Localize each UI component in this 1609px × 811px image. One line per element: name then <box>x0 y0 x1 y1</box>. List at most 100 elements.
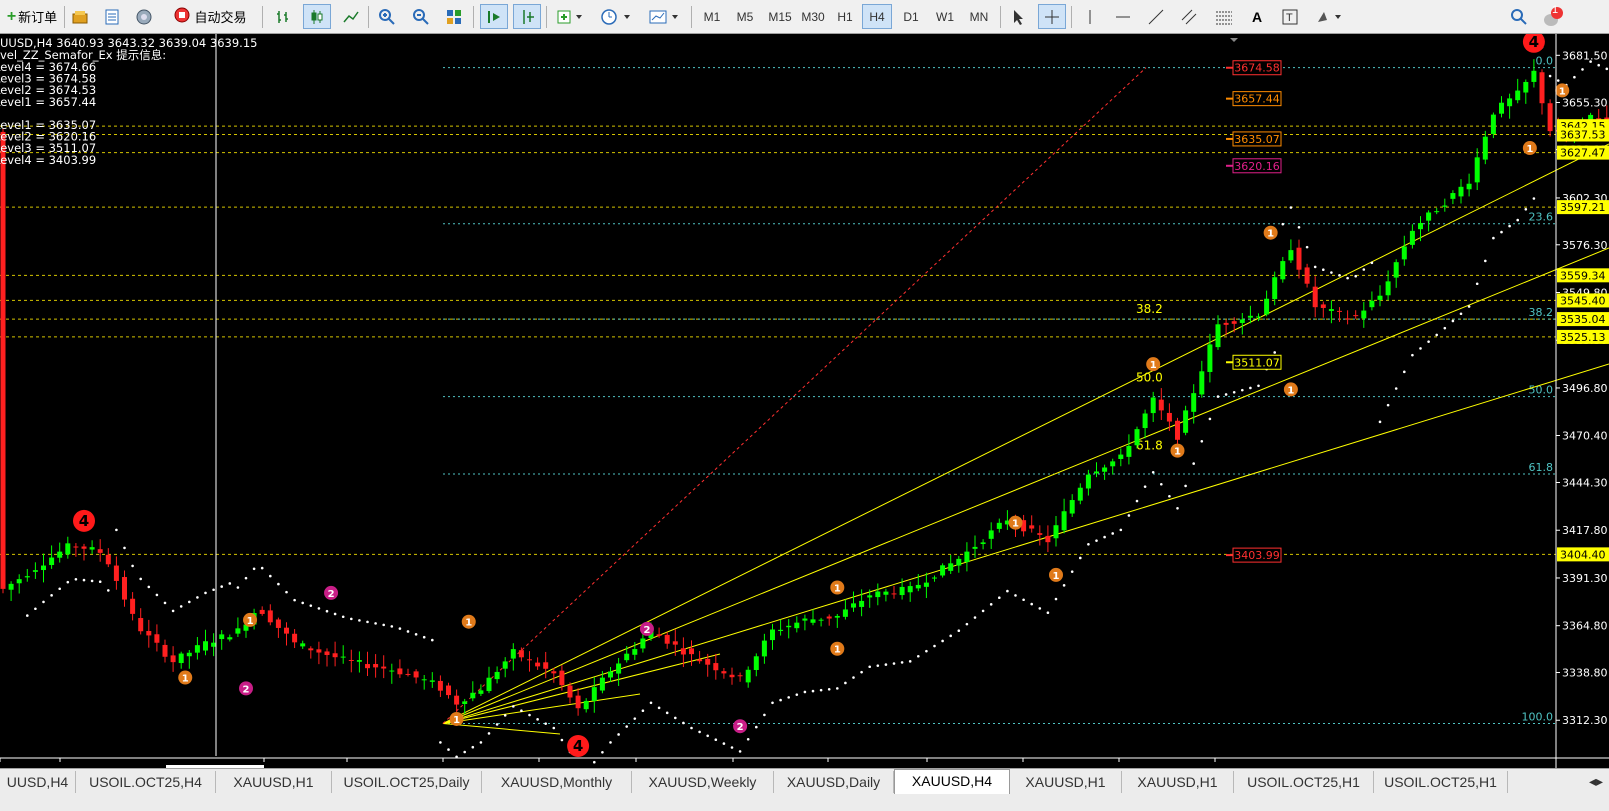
trailing-stop-dot <box>949 634 952 638</box>
bull-candle <box>1199 371 1205 395</box>
bull-candle <box>1264 298 1270 315</box>
bear-candle <box>275 619 281 628</box>
zoom-in-icon[interactable] <box>374 4 400 29</box>
bar-chart-icon[interactable] <box>270 4 296 29</box>
trailing-stop-dot <box>1168 494 1171 498</box>
bull-candle <box>429 680 435 682</box>
timeframe-m5-button[interactable]: M5 <box>730 4 760 29</box>
trailing-stop-dot <box>925 649 928 653</box>
periods-dropdown-icon[interactable] <box>597 4 637 29</box>
trailing-stop-dot <box>1192 462 1195 465</box>
bear-candle <box>413 671 419 678</box>
timeframe-mn-button[interactable]: MN <box>962 4 996 29</box>
bull-candle <box>1207 344 1213 372</box>
chart-tab[interactable]: XAUUSD,H1 <box>216 771 332 793</box>
zoom-out-icon[interactable] <box>408 4 434 29</box>
bull-candle <box>794 622 800 629</box>
bull-candle <box>502 661 508 669</box>
trailing-stop-dot <box>1143 485 1147 488</box>
chart-tab[interactable]: XAUUSD,Monthly <box>482 771 632 793</box>
level-box-value: 3620.16 <box>1234 160 1280 173</box>
tile-windows-icon[interactable] <box>441 4 467 29</box>
horizontal-line-icon[interactable] <box>1111 4 1135 29</box>
trailing-stop-dot <box>422 635 426 639</box>
chart-tab[interactable]: XAUUSD,H1 <box>1122 771 1234 793</box>
svg-text:T: T <box>1286 12 1293 24</box>
price-chart[interactable]: 0.023.638.250.061.8100.0 38.250.061.8 44… <box>0 34 1609 768</box>
search-icon[interactable] <box>1508 4 1530 29</box>
new-order-button[interactable]: + 新订单 <box>2 4 62 29</box>
trailing-stop-dot <box>981 609 985 613</box>
bull-candle <box>1288 250 1294 261</box>
chart-tab[interactable]: USOIL.OCT25,H1 <box>1234 771 1374 793</box>
timeframe-h4-button[interactable]: H4 <box>862 4 892 29</box>
bear-candle <box>656 634 662 636</box>
trailing-stop-dot <box>439 741 442 744</box>
auto-trading-button[interactable]: 自动交易 <box>164 4 256 29</box>
chart-tab[interactable]: XAUUSD,Weekly <box>632 771 774 793</box>
bull-candle <box>980 542 986 545</box>
data-window-icon[interactable] <box>100 4 124 29</box>
chart-tab[interactable]: XAUUSD,H1 <box>1010 771 1122 793</box>
trailing-stop-dot <box>1459 312 1463 316</box>
fib-label: 38.2 <box>1529 306 1554 319</box>
arrows-dropdown-icon[interactable] <box>1312 4 1348 29</box>
bear-candle <box>705 658 711 665</box>
navigator-icon[interactable] <box>132 4 156 29</box>
equidistant-channel-icon[interactable] <box>1177 4 1201 29</box>
chart-tab[interactable]: USOIL.OCT25,Daily <box>332 771 482 793</box>
trailing-stop-dot <box>795 693 799 696</box>
bull-candle <box>1191 393 1197 412</box>
bull-candle <box>753 656 759 670</box>
bear-candle <box>1175 420 1180 440</box>
trailing-stop-dot <box>463 750 467 754</box>
timeframe-m30-button[interactable]: M30 <box>796 4 830 29</box>
trailing-stop-dot <box>1605 67 1609 71</box>
crosshair-icon[interactable] <box>1038 4 1066 29</box>
timeframe-m1-button[interactable]: M1 <box>697 4 727 29</box>
text-icon[interactable]: A <box>1246 4 1268 29</box>
trailing-stop-dot <box>1176 506 1179 510</box>
timeframe-w1-button[interactable]: W1 <box>930 4 960 29</box>
fib-label: 23.6 <box>1529 211 1554 224</box>
trailing-stop-dot <box>479 741 483 744</box>
timeframe-m15-button[interactable]: M15 <box>763 4 797 29</box>
trailing-stop-dot <box>998 596 1001 600</box>
chart-tab[interactable]: USOIL.OCT25,H1 <box>1374 771 1508 793</box>
chart-shift-icon[interactable] <box>513 4 541 29</box>
trailing-stop-dot <box>447 748 450 751</box>
trailing-stop-dot <box>1297 226 1301 229</box>
swing-marker-label: 1 <box>1287 385 1294 396</box>
trailing-stop-dot <box>560 738 564 742</box>
line-chart-icon[interactable] <box>338 4 364 29</box>
trendline-icon[interactable] <box>1144 4 1168 29</box>
vertical-line-icon[interactable] <box>1078 4 1102 29</box>
chart-tab[interactable]: XAUUSD,Daily <box>774 771 894 793</box>
chart-tab[interactable]: USOIL.OCT25,H4 <box>76 771 216 793</box>
price-tick-label: 3576.30 <box>1562 239 1608 252</box>
trailing-stop-dot <box>317 607 321 610</box>
auto-scroll-icon[interactable] <box>480 4 508 29</box>
main-toolbar: + 新订单 自动交易 M1 M5 M15 M30 H1 H4 D1 W1 MN … <box>0 0 1609 34</box>
text-label-icon[interactable]: T <box>1278 4 1302 29</box>
bear-candle <box>1045 535 1051 543</box>
fibonacci-icon[interactable] <box>1210 4 1238 29</box>
trailing-stop-dot <box>50 594 53 597</box>
candlestick-chart-icon[interactable] <box>303 4 331 29</box>
chart-tab[interactable]: XAUUSD,H4 <box>894 769 1010 794</box>
templates-dropdown-icon[interactable] <box>645 4 685 29</box>
timeframe-h1-button[interactable]: H1 <box>830 4 860 29</box>
notifications-icon[interactable]: 1 <box>1540 4 1566 29</box>
bear-candle <box>826 616 832 619</box>
bull-candle <box>1490 114 1496 134</box>
trailing-stop-dot <box>139 577 142 581</box>
trailing-stop-dot <box>1119 528 1123 532</box>
indicators-dropdown-icon[interactable] <box>553 4 589 29</box>
chart-tab[interactable]: UUSD,H4 <box>0 771 76 793</box>
timeframe-d1-button[interactable]: D1 <box>896 4 926 29</box>
market-watch-icon[interactable] <box>68 4 92 29</box>
bull-candle <box>470 692 476 699</box>
tab-scroll-arrows-icon[interactable]: ◂▸ <box>1589 773 1603 790</box>
cursor-icon[interactable] <box>1006 4 1030 29</box>
bull-candle <box>1085 474 1091 489</box>
